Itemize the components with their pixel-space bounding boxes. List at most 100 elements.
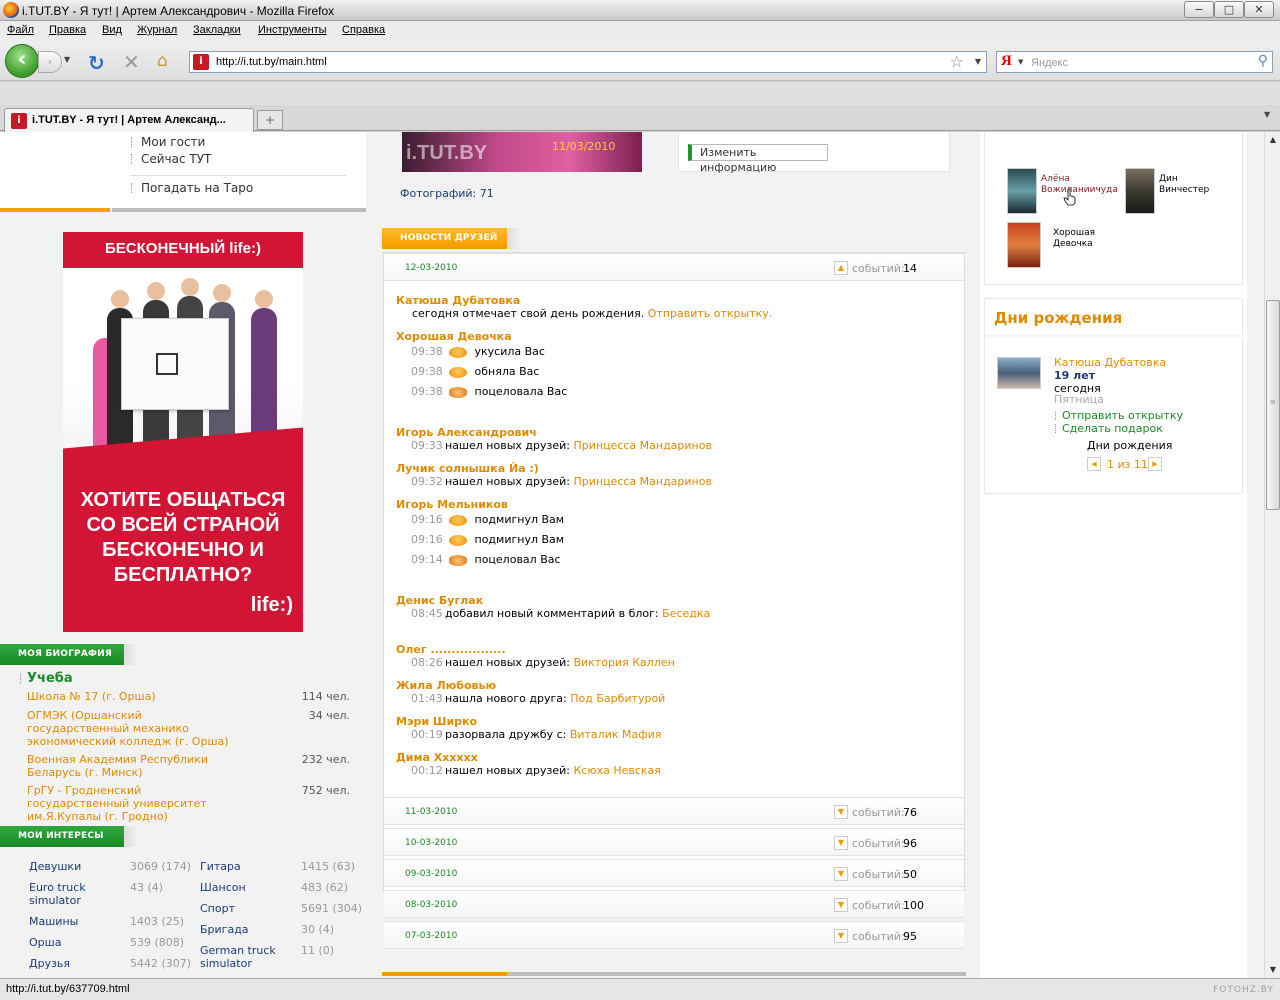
photo-count[interactable]: Фотографий: 71: [400, 187, 494, 200]
search-box[interactable]: Я ▼ Яндекс ⚲: [996, 51, 1273, 73]
interest-link[interactable]: Бригада: [200, 923, 249, 936]
feed-author-link[interactable]: Хорошая Девочка: [396, 330, 512, 343]
expand-arrow-icon[interactable]: ▼: [834, 929, 848, 943]
feed-author-link[interactable]: Игорь Мельников: [396, 498, 508, 511]
search-icon[interactable]: ⚲: [1258, 53, 1268, 69]
menu-tools[interactable]: Инструменты: [258, 24, 327, 36]
scroll-down-arrow-icon[interactable]: ▼: [1266, 962, 1280, 978]
photo-thumbnail[interactable]: i.TUT.BY 11/03/2010: [402, 132, 642, 172]
blog-link[interactable]: Беседка: [662, 607, 710, 620]
scroll-thumb[interactable]: ≡: [1266, 300, 1280, 510]
friend-avatar[interactable]: [1007, 168, 1037, 214]
friend-link[interactable]: Принцесса Мандаринов: [573, 475, 712, 488]
feed-author-link[interactable]: Жила Любовью: [396, 679, 496, 692]
friend-name-link[interactable]: Дин Винчестер: [1159, 174, 1219, 196]
profile-info-box: Изменить информацию: [678, 132, 950, 174]
feed-author-link[interactable]: Лучик солнышка Йа :): [396, 462, 539, 475]
prev-page-icon[interactable]: ◀: [1087, 457, 1101, 471]
menu-tarot[interactable]: Погадать на Таро: [130, 181, 253, 195]
feed-entry: сегодня отмечает свой день рождения. Отп…: [412, 307, 773, 320]
next-page-icon[interactable]: ▶: [1148, 457, 1162, 471]
history-dropdown-icon[interactable]: ▼: [64, 55, 70, 64]
home-icon[interactable]: ⌂: [157, 51, 168, 71]
address-bar[interactable]: i http://i.tut.by/main.html ☆ ▼: [189, 51, 987, 73]
expand-arrow-icon[interactable]: ▼: [834, 836, 848, 850]
interest-link[interactable]: Друзья: [29, 957, 70, 970]
friend-avatar[interactable]: [1125, 168, 1155, 214]
forward-button[interactable]: ›: [38, 51, 62, 73]
friend-link[interactable]: Ксюха Невская: [573, 764, 660, 777]
feed-author-link[interactable]: Катюша Дубатовка: [396, 294, 520, 307]
friend-link[interactable]: Под Барбитурой: [570, 692, 665, 705]
interest-link[interactable]: Машины: [29, 915, 78, 928]
news-date-row[interactable]: 07-03-2010 ▼ событий: 95: [384, 921, 964, 949]
friend-name-link[interactable]: Алёна Вожиланиичуда: [1041, 174, 1119, 196]
edit-info-button[interactable]: Изменить информацию: [688, 144, 828, 174]
stop-icon[interactable]: ✕: [123, 50, 140, 74]
menu-edit[interactable]: Правка: [49, 24, 86, 36]
menu-help[interactable]: Справка: [342, 24, 385, 36]
bookmark-star-icon[interactable]: ☆: [950, 52, 964, 71]
birthday-name-link[interactable]: Катюша Дубатовка: [1054, 356, 1166, 369]
feed-author-link[interactable]: Денис Буглак: [396, 594, 483, 607]
make-gift-link[interactable]: Сделать подарок: [1055, 422, 1163, 435]
news-date-row[interactable]: 09-03-2010 ▼ событий: 50: [384, 859, 964, 887]
back-button[interactable]: ‹: [5, 44, 39, 78]
menu-bookmarks[interactable]: Закладки: [193, 24, 241, 36]
interest-link[interactable]: German truck simulator: [200, 944, 290, 970]
interest-link[interactable]: Гитара: [200, 860, 241, 873]
school-link[interactable]: ОГМЭК (Оршанский государственный механик…: [27, 709, 237, 748]
expand-arrow-icon[interactable]: ▼: [834, 867, 848, 881]
friend-link[interactable]: Виктория Каллен: [573, 656, 674, 669]
education-subhead[interactable]: Учеба: [20, 671, 73, 686]
friend-avatar[interactable]: [1007, 222, 1041, 268]
feed-author-link[interactable]: Игорь Александрович: [396, 426, 537, 439]
school-link[interactable]: Военная Академия Республики Беларусь (г.…: [27, 753, 237, 779]
interest-link[interactable]: Шансон: [200, 881, 246, 894]
interest-link[interactable]: Euro truck simulator: [29, 881, 119, 907]
send-card-link[interactable]: Отправить открытку.: [648, 307, 773, 320]
expand-arrow-icon[interactable]: ▼: [834, 805, 848, 819]
search-input[interactable]: Яндекс: [1031, 57, 1068, 69]
interest-link[interactable]: Спорт: [200, 902, 235, 915]
feed-author-link[interactable]: Мэри Ширко: [396, 715, 477, 728]
menu-history[interactable]: Журнал: [137, 24, 177, 36]
address-dropdown-icon[interactable]: ▼: [975, 57, 981, 66]
birthdays-label: Дни рождения: [1087, 439, 1173, 452]
feed-author-link[interactable]: Олег ..................: [396, 643, 506, 656]
life-advertisement-banner[interactable]: БЕСКОНЕЧНЫЙ life:) ХОТИТЕ ОБЩАТЬСЯ СО ВС…: [63, 232, 303, 632]
friend-link[interactable]: Принцесса Мандаринов: [573, 439, 712, 452]
window-title: i.TUT.BY - Я тут! | Артем Александрович …: [22, 4, 335, 18]
vertical-scrollbar[interactable]: ▲ ≡ ▼: [1264, 132, 1280, 978]
interest-link[interactable]: Орша: [29, 936, 61, 949]
maximize-button[interactable]: □: [1214, 1, 1244, 18]
collapse-arrow-icon[interactable]: ▲: [834, 261, 848, 275]
feed-author-link[interactable]: Дима Хххххх: [396, 751, 478, 764]
news-date-row[interactable]: 08-03-2010 ▼ событий: 100: [384, 890, 964, 918]
scroll-up-arrow-icon[interactable]: ▲: [1266, 132, 1280, 148]
expand-arrow-icon[interactable]: ▼: [834, 898, 848, 912]
friend-name-link[interactable]: Хорошая Девочка: [1053, 228, 1103, 250]
menu-file[interactable]: Файл: [7, 24, 34, 36]
tab-itutby[interactable]: i i.TUT.BY - Я тут! | Артем Александ...: [4, 108, 254, 132]
birthday-avatar[interactable]: [997, 357, 1041, 389]
yandex-icon[interactable]: Я: [1001, 53, 1012, 70]
school-link[interactable]: ГрГУ - Гродненский государственный униве…: [27, 784, 237, 823]
interest-link[interactable]: Девушки: [29, 860, 81, 873]
menu-now-here[interactable]: Сейчас ТУТ: [130, 152, 211, 166]
tab-list-dropdown-icon[interactable]: ▼: [1264, 110, 1278, 128]
reload-icon[interactable]: ↻: [88, 51, 105, 75]
news-date-row[interactable]: 10-03-2010 ▼ событий: 96: [384, 828, 964, 856]
friend-link[interactable]: Виталик Мафия: [570, 728, 662, 741]
send-card-link[interactable]: Отправить открытку: [1054, 409, 1183, 422]
menu-view[interactable]: Вид: [102, 24, 122, 36]
address-url[interactable]: http://i.tut.by/main.html: [216, 56, 327, 68]
close-button[interactable]: ✕: [1244, 1, 1274, 18]
new-tab-button[interactable]: +: [257, 110, 283, 130]
menu-my-guests[interactable]: Мои гости: [130, 135, 205, 149]
news-date-row[interactable]: 11-03-2010 ▼ событий: 76: [384, 797, 964, 825]
minimize-button[interactable]: −: [1184, 1, 1214, 18]
school-link[interactable]: Школа № 17 (г. Орша): [27, 690, 237, 703]
search-engine-dropdown-icon[interactable]: ▼: [1018, 58, 1023, 66]
news-date-row[interactable]: 12-03-2010 ▲ событий: 14: [384, 253, 964, 281]
